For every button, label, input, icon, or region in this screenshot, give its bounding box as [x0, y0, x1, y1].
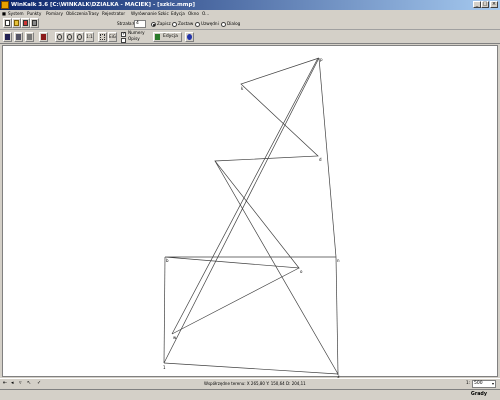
units-bar: Grady	[0, 389, 500, 400]
menu-punkty[interactable]: Punkty	[27, 10, 41, 17]
open-file-button[interactable]	[12, 18, 21, 28]
book-button[interactable]	[39, 32, 48, 42]
line-long-diagonal	[214, 160, 339, 375]
zapisz-label: Zapisz	[157, 21, 171, 26]
dialog-label: Dialog	[227, 21, 241, 26]
coordinates-readout: Współrzędne terenu: X 265,80 Y: 150,64 D…	[204, 381, 306, 386]
zapisz-radio[interactable]	[151, 22, 156, 27]
grid-icon	[100, 34, 105, 40]
menu-obliczenia[interactable]: Obliczenia	[66, 10, 88, 17]
point-label: 1	[163, 365, 166, 370]
point-label: p	[320, 57, 323, 62]
globe-button[interactable]	[185, 32, 194, 42]
line-right-edge	[318, 57, 337, 258]
chevron-down-icon: ▾	[491, 381, 494, 386]
sketch-drawing[interactable]: p k d o b n w 1 3	[3, 46, 499, 378]
opisy-label: Opisy	[128, 36, 140, 41]
menu-about[interactable]: O...	[202, 10, 209, 17]
minimize-button[interactable]: _	[473, 1, 481, 8]
prev-record-icon[interactable]: ◂	[11, 380, 14, 386]
point-label: n	[337, 258, 340, 263]
title-bar: WinKalk 3.6 [C:\WINKALK\DZIALKA - MACIEK…	[0, 0, 500, 10]
menu-edycja[interactable]: Edycja	[171, 10, 185, 17]
edycja-label: Edycja	[163, 34, 178, 39]
printer-icon	[27, 34, 32, 40]
zoom-out-button[interactable]	[65, 32, 74, 42]
zoom-window-button[interactable]	[75, 32, 84, 42]
uzwedni-label: Uzwędni	[201, 21, 219, 26]
point-label: b	[166, 258, 169, 263]
polyline-upper	[164, 57, 336, 269]
close-button[interactable]: ×	[490, 1, 498, 8]
save-button[interactable]	[3, 32, 12, 42]
printer-icon	[32, 20, 37, 26]
edit-icon	[155, 34, 160, 40]
sketch-toolbar: 1:1 EiG ✓ Numery Opisy Edycja	[0, 30, 500, 44]
save-icon	[5, 34, 10, 40]
grid-toggle-button[interactable]: EiG	[108, 32, 117, 42]
open-sketch-button[interactable]	[14, 32, 23, 42]
uzwedni-radio[interactable]	[195, 22, 200, 27]
menu-okno[interactable]: Okno	[188, 10, 199, 17]
zostaw-radio[interactable]	[172, 22, 177, 27]
new-file-button[interactable]	[3, 18, 12, 28]
print-sketch-button[interactable]	[25, 32, 34, 42]
menu-rejestrator[interactable]: Rejestrator	[102, 10, 125, 17]
point-label: d	[319, 157, 322, 162]
new-file-icon	[5, 20, 10, 26]
main-toolbar: Strzała:65 4 Zapisz Zostaw Uzwędni Dialo…	[0, 17, 500, 30]
line-to-w	[171, 267, 300, 335]
menu-system[interactable]: System	[8, 10, 24, 17]
strzalka-spinner[interactable]: 4	[134, 20, 146, 28]
sketch-canvas[interactable]: p k d o b n w 1 3	[2, 45, 499, 378]
book-icon	[41, 34, 46, 40]
folder-icon	[14, 20, 19, 26]
scale-value: 500	[474, 381, 483, 386]
maximize-button[interactable]: □	[481, 1, 489, 8]
points-button[interactable]	[21, 18, 30, 28]
menu-bar: ■ System Punkty Pomiary Obliczenia Trasy…	[0, 10, 500, 17]
globe-icon	[187, 34, 192, 40]
scale-prefix: 1:	[466, 380, 471, 385]
app-icon[interactable]	[1, 1, 9, 9]
numery-checkbox[interactable]: ✓	[121, 32, 126, 37]
magnifier-minus-icon	[67, 34, 72, 40]
menu-pomiary[interactable]: Pomiary	[46, 10, 63, 17]
line-left-edge	[163, 256, 166, 364]
mdi-icon[interactable]: ■	[2, 10, 7, 17]
first-record-icon[interactable]: ⇤	[3, 380, 7, 386]
menu-szkic[interactable]: Szkic	[158, 10, 169, 17]
line-right-lower	[335, 256, 339, 375]
dialog-radio[interactable]	[221, 22, 226, 27]
grid-icon	[23, 20, 28, 26]
edycja-button[interactable]: Edycja	[153, 32, 182, 42]
print-button[interactable]	[30, 18, 39, 28]
down-arrow-icon[interactable]: ▿	[19, 380, 22, 386]
magnifier-icon	[77, 34, 82, 40]
menu-trasy[interactable]: Trasy	[88, 10, 99, 17]
open-icon	[16, 34, 21, 40]
zoom-in-button[interactable]	[55, 32, 64, 42]
opisy-checkbox[interactable]	[121, 38, 126, 43]
sketch-lines	[163, 57, 339, 375]
zostaw-label: Zostaw	[178, 21, 194, 26]
check-icon[interactable]: ✓	[37, 380, 41, 386]
line-w-up	[171, 57, 319, 335]
pointer-icon[interactable]: ↖	[27, 380, 31, 386]
line-diagonal-main	[163, 57, 320, 364]
menu-wyrownanie[interactable]: Wyrównanie	[131, 10, 157, 17]
line-bottom	[163, 362, 339, 375]
magnifier-plus-icon	[57, 34, 62, 40]
zoom-fit-button[interactable]: 1:1	[85, 32, 94, 42]
units-label: Grady	[470, 392, 487, 397]
grid-button[interactable]	[98, 32, 107, 42]
point-label: o	[300, 269, 303, 274]
window-title: WinKalk 3.6 [C:\WINKALK\DZIALKA - MACIEK…	[11, 2, 195, 8]
scale-select[interactable]: 500 ▾	[472, 380, 496, 388]
status-bar: ⇤ ◂ ▿ ↖ ✓ Współrzędne terenu: X 265,80 Y…	[0, 378, 500, 388]
